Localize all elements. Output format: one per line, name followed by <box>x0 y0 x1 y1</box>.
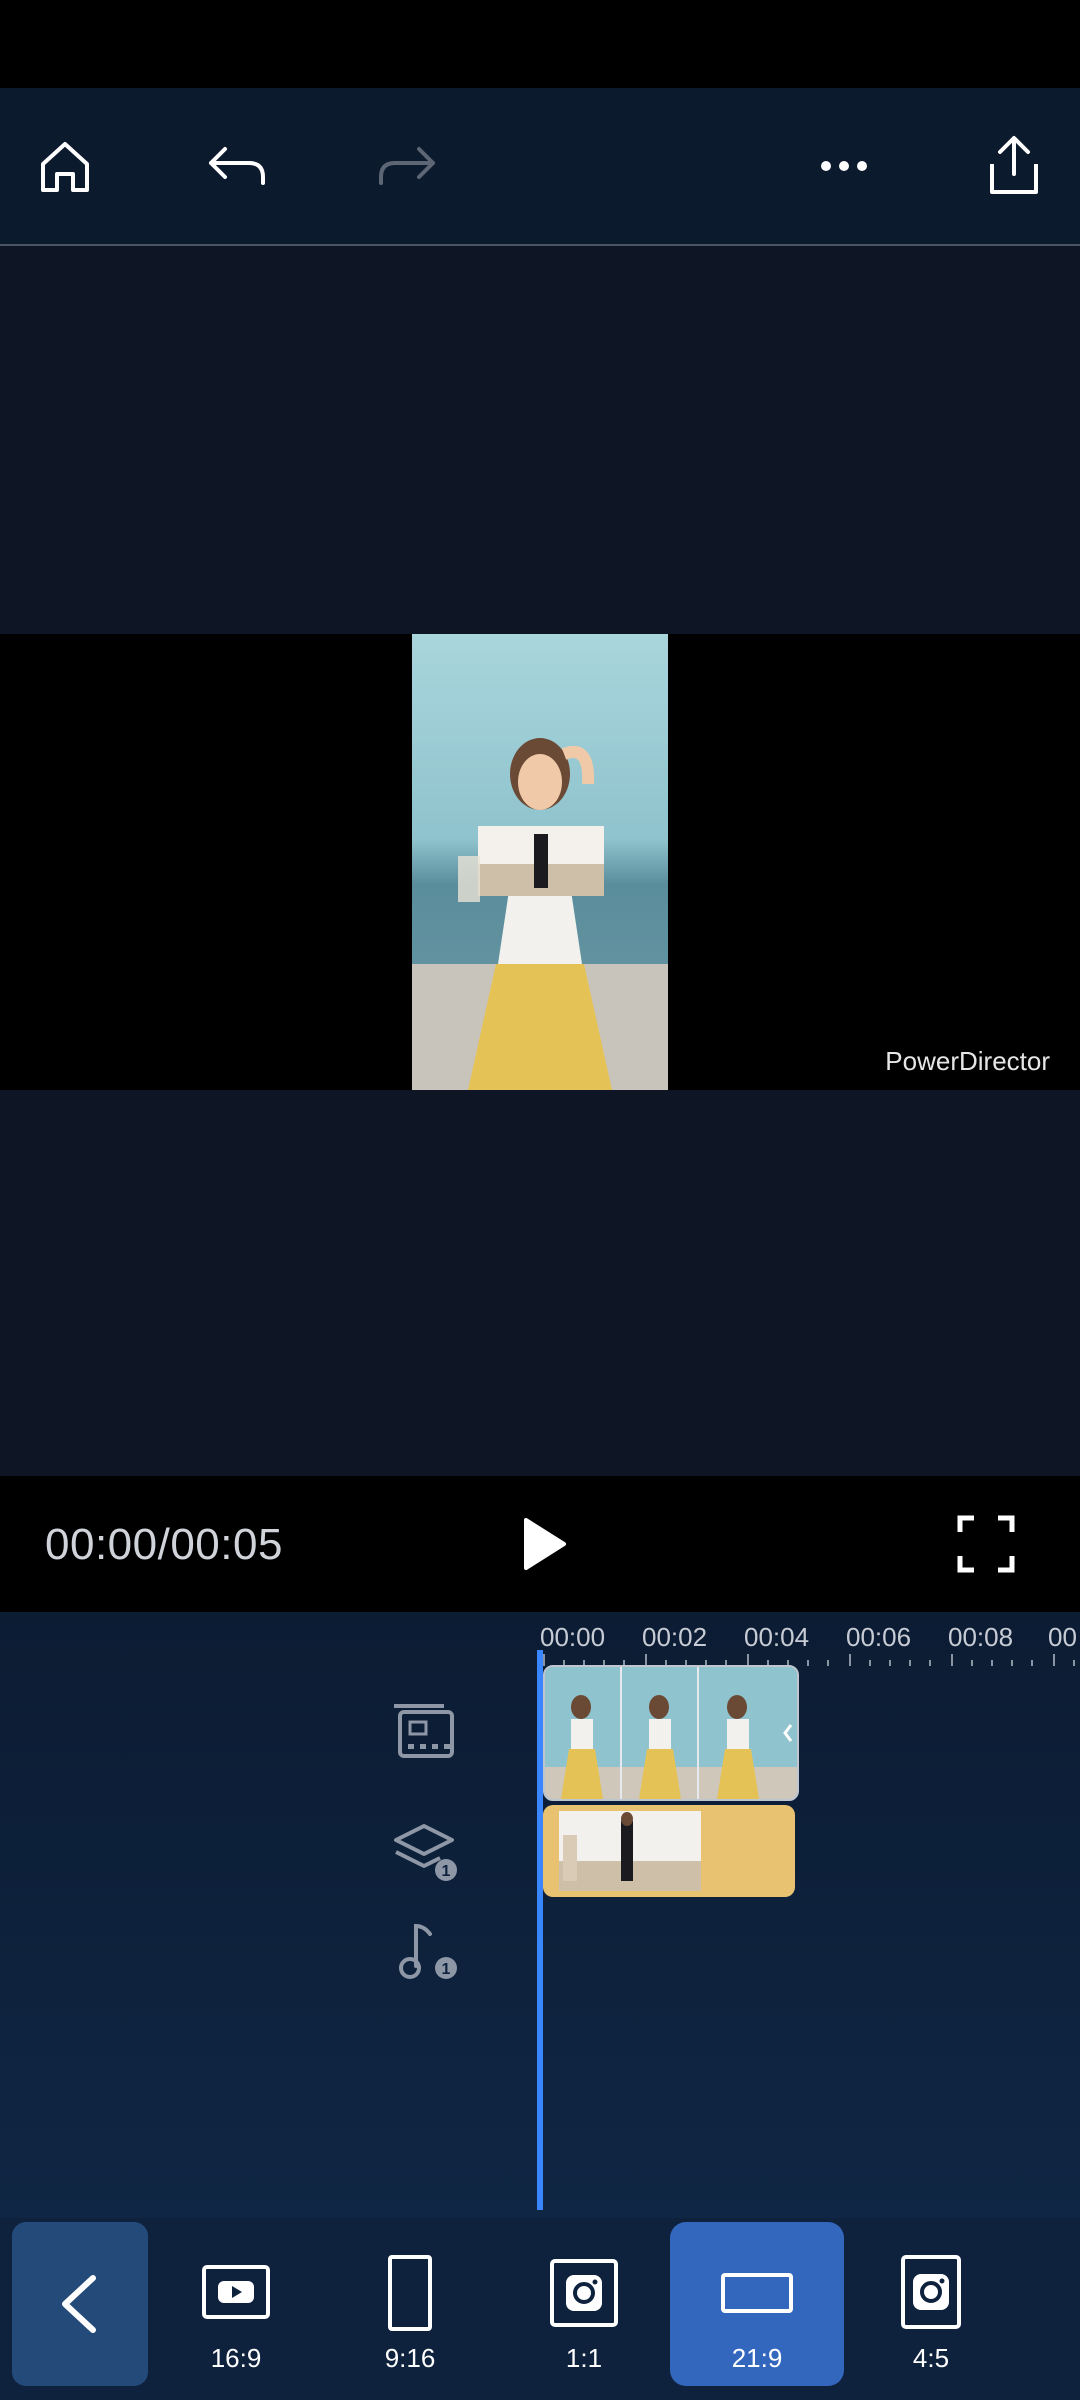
share-icon <box>990 136 1038 194</box>
music-note-icon: 1 <box>399 1923 457 1979</box>
ruler-label: 00:02 <box>642 1622 708 1652</box>
watermark: PowerDirector <box>885 1046 1050 1076</box>
ruler-label: 00 <box>1048 1622 1077 1652</box>
overlay-count-badge: 1 <box>442 1863 451 1880</box>
export-button[interactable] <box>954 88 1074 244</box>
play-icon <box>524 1518 566 1570</box>
playhead[interactable] <box>537 1650 543 2210</box>
timecode: 00:00/00:05 <box>45 1520 283 1569</box>
clip-thumbnails <box>545 1667 797 1799</box>
ratio-label: 9:16 <box>384 2343 436 2373</box>
ratio-label: 1:1 <box>565 2343 603 2373</box>
ratio-4-5-button[interactable]: 4:5 <box>851 2225 1011 2385</box>
instagram-icon <box>901 2255 961 2329</box>
more-icon <box>821 161 867 171</box>
ratio-9-16-button[interactable]: 9:16 <box>330 2225 490 2385</box>
ratio-16-9-button[interactable]: 16:9 <box>156 2225 316 2385</box>
fullscreen-icon <box>957 1515 1015 1573</box>
ratio-label: 21:9 <box>731 2343 783 2373</box>
chevron-left-icon <box>62 2275 96 2333</box>
ratio-21-9-button[interactable]: 21:9 <box>677 2225 837 2385</box>
more-button[interactable] <box>784 88 904 244</box>
ruler-label: 00:04 <box>744 1622 810 1652</box>
ratio-label: 16:9 <box>210 2343 262 2373</box>
status-bar <box>0 0 1080 88</box>
overlay-track-button[interactable]: 1 <box>390 1818 460 1888</box>
overlay-clip-thumbnail <box>559 1811 701 1891</box>
ruler-label: 00:00 <box>540 1622 606 1652</box>
play-button[interactable] <box>510 1512 574 1576</box>
back-button[interactable] <box>12 2222 148 2386</box>
film-icon <box>394 1704 454 1758</box>
music-track-button[interactable]: 1 <box>390 1916 460 1986</box>
redo-icon <box>379 147 435 185</box>
youtube-icon <box>202 2265 270 2319</box>
video-preview-image <box>412 634 668 1090</box>
ratio-1-1-button[interactable]: 1:1 <box>504 2225 664 2385</box>
widescreen-frame-icon <box>721 2273 793 2313</box>
instagram-icon <box>550 2259 618 2327</box>
music-count-badge: 1 <box>442 1961 451 1978</box>
portrait-frame-icon <box>388 2255 432 2331</box>
top-toolbar <box>0 88 1080 246</box>
ruler-label: 00:08 <box>948 1622 1014 1652</box>
layers-icon: 1 <box>394 1824 457 1881</box>
ratio-label: 4:5 <box>912 2343 950 2373</box>
ruler-label: 00:06 <box>846 1622 912 1652</box>
undo-icon <box>209 147 265 185</box>
fullscreen-button[interactable] <box>956 1514 1016 1574</box>
redo-button[interactable] <box>347 88 467 244</box>
undo-button[interactable] <box>177 88 297 244</box>
overlay-clip[interactable] <box>543 1805 795 1897</box>
home-button[interactable] <box>5 88 125 244</box>
video-track-button[interactable] <box>390 1698 460 1768</box>
video-clip[interactable] <box>543 1665 799 1801</box>
home-icon <box>41 142 89 192</box>
